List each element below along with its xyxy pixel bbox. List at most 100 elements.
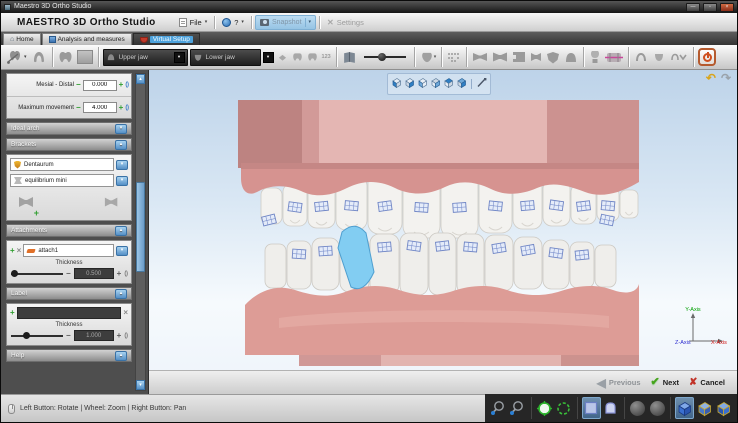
collapse-section-button[interactable]: ▴ (115, 225, 127, 236)
add-label-button[interactable]: + (10, 309, 15, 317)
tooth-option-button[interactable] (291, 46, 304, 68)
bracket[interactable] (344, 200, 359, 212)
upper-arch-view-button[interactable] (633, 46, 649, 68)
zoom-out-button[interactable] (508, 397, 526, 419)
bracket[interactable] (314, 200, 329, 213)
bracket-vendor-select[interactable]: Dentaurum (10, 158, 114, 171)
upper-jaw-select[interactable]: Upper jaw ▾ (102, 48, 188, 66)
lower-jaw-dropdown-button[interactable]: ▾ (262, 51, 274, 63)
increase-button[interactable]: + (117, 269, 122, 278)
view-top-cube-button[interactable] (443, 75, 454, 93)
increase-button[interactable]: + (117, 331, 122, 340)
attachment-thickness-slider[interactable] (11, 269, 63, 277)
bracket-type-4-button[interactable] (529, 46, 543, 68)
bracket-system-select[interactable]: equilibrium mini (10, 174, 114, 187)
add-attachment-button[interactable]: + (10, 246, 15, 255)
cube-view-front-button[interactable] (675, 397, 695, 419)
decrease-button[interactable]: − (76, 81, 81, 89)
view-back-cube-button[interactable] (404, 75, 415, 93)
tooth-option-button[interactable] (276, 46, 289, 68)
tooth-option-button[interactable] (306, 46, 319, 68)
attachment-select[interactable]: attach1 (23, 244, 114, 257)
plane-tool-button[interactable] (76, 46, 94, 68)
redo-button[interactable]: ↷ (721, 72, 731, 84)
dental-model-scene[interactable] (149, 70, 737, 370)
settings-menu[interactable]: ✕ Settings (320, 13, 371, 31)
grid-points-button[interactable] (446, 46, 462, 68)
view-jaw-outline-button[interactable] (602, 397, 620, 419)
minimize-button[interactable]: — (686, 2, 700, 12)
cube-view-iso-button[interactable] (695, 397, 713, 419)
label-text-input[interactable] (16, 307, 122, 319)
bracket-type-3-button[interactable] (511, 46, 527, 68)
tab-analysis-and-measures[interactable]: Analysis and measures (41, 33, 132, 45)
extract-tooth-button[interactable]: ▾ (5, 46, 28, 68)
collapse-section-button[interactable]: ▴ (115, 288, 127, 299)
measure-line-button[interactable] (476, 75, 487, 93)
help-menu[interactable]: ? ▾ (215, 13, 251, 31)
bracket[interactable] (318, 245, 333, 257)
cube-view-corner-button[interactable] (715, 397, 733, 419)
view-right-cube-button[interactable] (430, 75, 441, 93)
scrollbar-track[interactable] (136, 84, 145, 380)
bracket[interactable] (452, 201, 467, 213)
bracket[interactable] (600, 200, 616, 212)
reset-rotation-button[interactable] (555, 397, 573, 419)
increase-button[interactable]: + (119, 103, 124, 112)
lower-arch-view-button[interactable] (651, 46, 667, 68)
decrease-button[interactable]: − (66, 331, 71, 340)
view-square-button[interactable] (581, 397, 601, 419)
section-brackets[interactable]: Brackets ▴ (6, 138, 132, 151)
expand-section-button[interactable]: ▾ (115, 123, 127, 134)
bracket[interactable] (548, 199, 565, 212)
scroll-down-button[interactable]: ▾ (136, 380, 145, 390)
section-help[interactable]: Help ▴ (6, 349, 132, 362)
remove-label-button[interactable]: × (123, 309, 128, 317)
remove-attachment-button[interactable]: × (17, 246, 22, 255)
collapse-section-button[interactable]: ▴ (115, 139, 127, 150)
tooth-tool-button[interactable] (57, 46, 74, 68)
bracket-type-2-button[interactable] (491, 46, 509, 68)
chevron-down-icon[interactable]: ▾ (304, 17, 311, 27)
bracket[interactable] (414, 201, 429, 213)
tooth-display-button[interactable]: ▾ (419, 46, 438, 68)
scrollbar-thumb[interactable] (136, 182, 145, 272)
scroll-up-button[interactable]: ▴ (136, 74, 145, 84)
chevron-down-icon[interactable]: ▾ (173, 51, 185, 63)
view-left-cube-button[interactable] (417, 75, 428, 93)
bracket[interactable] (434, 240, 451, 252)
tab-virtual-setup[interactable]: Virtual Setup (132, 33, 200, 45)
bracket[interactable] (291, 248, 307, 260)
tooth-numbers-button[interactable]: 123 (321, 46, 332, 68)
tooth-bracket-button[interactable] (588, 46, 602, 68)
tab-home[interactable]: ⌂ Home (3, 33, 41, 45)
power-exit-button[interactable] (698, 48, 717, 66)
both-arches-view-button[interactable] (669, 46, 689, 68)
add-brackets-button[interactable]: + (17, 194, 39, 217)
maximize-button[interactable]: ▫ (703, 2, 717, 12)
file-menu[interactable]: File ▾ (172, 13, 215, 31)
next-button[interactable]: ✔ Next (651, 377, 679, 388)
report-book-button[interactable] (341, 46, 358, 68)
maximum-movement-input[interactable] (82, 102, 117, 113)
slider-knob[interactable] (23, 331, 30, 339)
bracket[interactable] (463, 241, 478, 253)
sphere-view-button[interactable] (648, 397, 666, 419)
previous-button[interactable]: ◀ Previous (597, 377, 641, 389)
label-thickness-slider[interactable] (11, 331, 63, 339)
section-label[interactable]: Label ▴ (6, 287, 132, 300)
reset-cycle-icon[interactable]: ( ) (125, 105, 129, 111)
bracket-wire-button[interactable] (604, 46, 624, 68)
bracket[interactable] (520, 200, 535, 212)
reset-cycle-icon[interactable]: ( ) (124, 271, 128, 277)
bracket[interactable] (488, 200, 503, 212)
undo-button[interactable]: ↶ (706, 72, 716, 84)
bracket[interactable] (377, 200, 393, 212)
lower-jaw-select[interactable]: Lower jaw (189, 48, 261, 66)
sidebar-scrollbar[interactable]: ▴ ▾ (135, 73, 146, 391)
snapshot-button[interactable]: Snapshot ▾ (254, 14, 317, 30)
view-front-cube-button[interactable] (391, 75, 402, 93)
reset-cycle-icon[interactable]: ( ) (124, 333, 128, 339)
sphere-view-button[interactable] (629, 397, 647, 419)
decrease-button[interactable]: − (66, 269, 71, 278)
